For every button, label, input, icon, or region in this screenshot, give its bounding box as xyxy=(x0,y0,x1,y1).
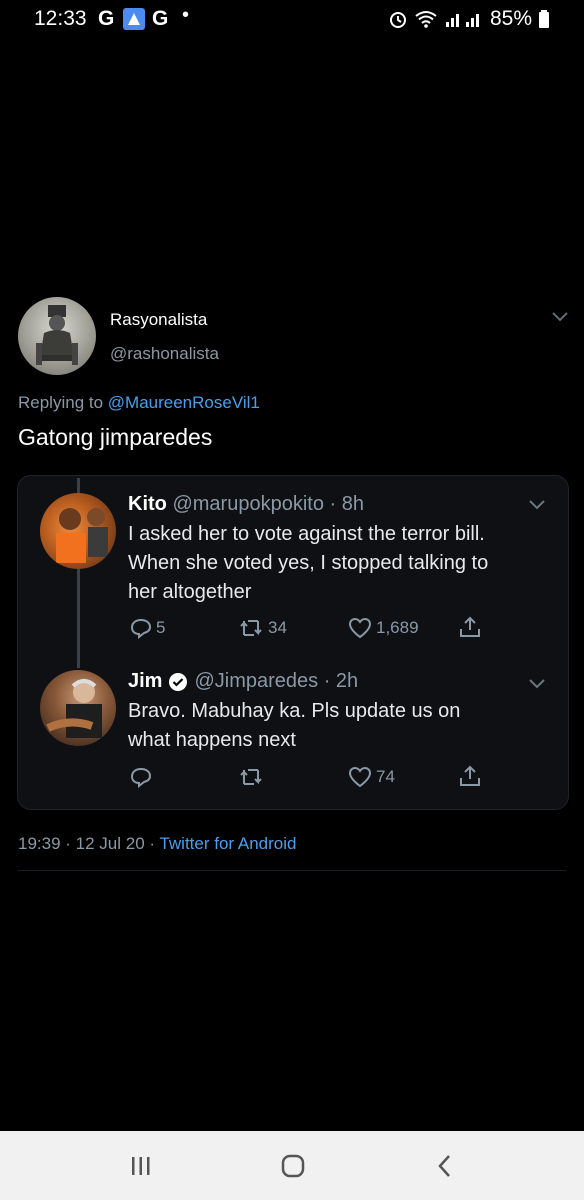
author-avatar[interactable] xyxy=(18,297,96,375)
heart-icon xyxy=(348,766,372,788)
reply-icon xyxy=(130,767,152,788)
jim-like-count: 74 xyxy=(376,767,395,786)
verified-badge-icon xyxy=(169,672,188,691)
kito-reply-count: 5 xyxy=(156,618,166,637)
kito-header: Kito @marupokpokito · 8h xyxy=(128,493,364,516)
kito-text: I asked her to vote against the terror b… xyxy=(128,520,488,607)
kito-text-line: When she voted yes, I stopped talking to xyxy=(128,552,489,574)
jim-handle[interactable]: @Jimparedes · 2h xyxy=(194,670,358,693)
back-icon[interactable] xyxy=(434,1153,456,1184)
share-icon xyxy=(460,765,480,786)
battery-icon xyxy=(539,10,549,28)
replying-prefix: Replying to xyxy=(18,393,108,412)
jim-reply-button[interactable] xyxy=(130,766,156,788)
reply-icon xyxy=(130,618,152,639)
kito-like-button[interactable]: 1,689 xyxy=(348,617,419,639)
jim-share-button[interactable] xyxy=(458,764,482,788)
tweet-source-link[interactable]: Twitter for Android xyxy=(159,834,296,853)
kito-avatar[interactable] xyxy=(40,493,116,569)
kito-reply-button[interactable]: 5 xyxy=(130,617,165,639)
kito-like-count: 1,689 xyxy=(376,618,419,637)
google-icon: G xyxy=(98,7,115,30)
android-nav-bar xyxy=(0,1131,584,1200)
jim-text-line: what happens next xyxy=(128,729,296,751)
recent-apps-icon[interactable] xyxy=(130,1155,152,1182)
battery-percent: 85% xyxy=(489,7,532,30)
kito-retweet-count: 34 xyxy=(268,618,287,637)
replying-to-link[interactable]: @MaureenRoseVil1 xyxy=(108,393,260,412)
notification-dot: • xyxy=(182,4,190,26)
jim-retweet-button[interactable] xyxy=(238,766,268,788)
kito-text-line: I asked her to vote against the terror b… xyxy=(128,523,485,545)
replying-to: Replying to @MaureenRoseVil1 xyxy=(18,393,260,413)
share-icon xyxy=(460,616,480,637)
kito-text-line: her altogether xyxy=(128,581,252,603)
status-bar: 12:33 G G • 85% xyxy=(0,0,584,36)
jim-name[interactable]: Jim xyxy=(128,670,162,693)
status-time: 12:33 xyxy=(34,7,87,30)
tweet-text: Gatong jimparedes xyxy=(18,424,213,450)
divider xyxy=(18,870,566,871)
tweet-meta: 19:39 · 12 Jul 20 · Twitter for Android xyxy=(18,834,296,854)
chevron-down-icon[interactable] xyxy=(551,310,569,328)
jim-text: Bravo. Mabuhay ka. Pls update us on what… xyxy=(128,697,460,755)
wifi-icon xyxy=(415,11,437,28)
kito-name[interactable]: Kito xyxy=(128,493,167,515)
kito-chevron-down-icon[interactable] xyxy=(528,498,546,516)
kito-retweet-button[interactable]: 34 xyxy=(238,617,287,639)
alarm-icon xyxy=(389,12,406,28)
google-icon-2: G xyxy=(152,7,169,30)
home-icon[interactable] xyxy=(280,1153,306,1184)
jim-chevron-down-icon[interactable] xyxy=(528,677,546,695)
kito-share-button[interactable] xyxy=(458,615,482,639)
author-handle[interactable]: @rashonalista xyxy=(110,344,219,364)
jim-header: Jim @Jimparedes · 2h xyxy=(128,670,358,693)
jim-like-button[interactable]: 74 xyxy=(348,766,395,788)
jim-avatar[interactable] xyxy=(40,670,116,746)
retweet-icon xyxy=(240,769,262,785)
signal-icon xyxy=(445,14,479,27)
jim-text-line: Bravo. Mabuhay ka. Pls update us on xyxy=(128,700,461,722)
tweet-date: 19:39 · 12 Jul 20 · xyxy=(18,834,160,853)
status-right: 85% xyxy=(388,7,550,31)
retweet-icon xyxy=(240,620,262,636)
app-notification-icon xyxy=(123,8,145,30)
author-name[interactable]: Rasyonalista xyxy=(110,310,207,330)
heart-icon xyxy=(348,617,372,639)
kito-handle[interactable]: @marupokpokito · 8h xyxy=(172,493,364,515)
